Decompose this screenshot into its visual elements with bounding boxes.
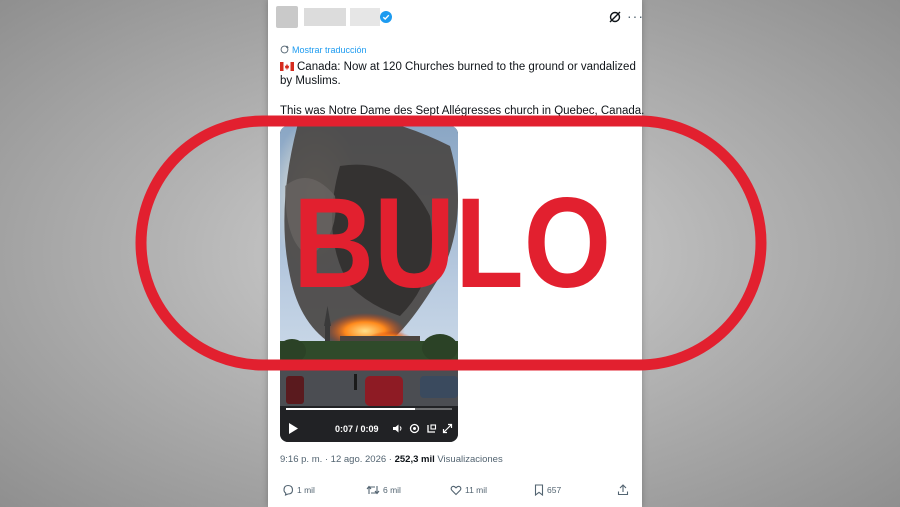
tweet-header: ··· <box>276 6 643 28</box>
bookmark-count: 657 <box>547 485 562 495</box>
tweet-text: Canada: Now at 120 Churches burned to th… <box>280 61 636 87</box>
bookmark-icon <box>534 484 544 497</box>
views-label: Visualizaciones <box>434 454 503 465</box>
tweet-timestamp[interactable]: 9:16 p. m. · 12 ago. 2026 · <box>280 454 395 465</box>
video-time: 0:07 / 0:09 <box>335 424 379 434</box>
volume-icon[interactable] <box>392 423 403 434</box>
repost-count: 6 mil <box>383 485 401 495</box>
translate-label: Mostrar traducción <box>292 45 367 55</box>
like-icon <box>450 485 462 496</box>
repost-icon <box>366 485 380 495</box>
tweet-card: ··· Mostrar traducción Canada: Now at 12… <box>268 0 645 507</box>
settings-icon[interactable] <box>409 423 420 434</box>
avatar[interactable] <box>276 6 298 28</box>
fullscreen-icon[interactable] <box>442 423 453 434</box>
views-count: 252,3 mil <box>394 454 435 465</box>
verified-icon <box>380 11 392 23</box>
tweet-text-line1: Canada: Now at 120 Churches burned to th… <box>280 60 636 88</box>
repost-button[interactable]: 6 mil <box>366 484 401 496</box>
like-button[interactable]: 11 mil <box>450 484 487 496</box>
video-controls: 0:07 / 0:09 <box>280 406 458 442</box>
author-name-blurred[interactable] <box>304 8 346 26</box>
more-icon[interactable]: ··· <box>627 8 644 24</box>
reply-icon <box>283 484 294 496</box>
grok-icon[interactable] <box>608 10 622 24</box>
author-handle-blurred[interactable] <box>350 8 380 26</box>
video-frame <box>280 126 458 442</box>
tweet-text-line2: This was Notre Dame des Sept Allégresses… <box>280 105 645 117</box>
pip-icon[interactable] <box>426 423 437 434</box>
show-translation-link[interactable]: Mostrar traducción <box>280 45 367 55</box>
tweet-meta: 9:16 p. m. · 12 ago. 2026 · 252,3 mil Vi… <box>280 454 503 465</box>
share-icon <box>617 484 629 496</box>
play-icon[interactable] <box>288 423 298 434</box>
share-button[interactable] <box>617 484 632 496</box>
reply-count: 1 mil <box>297 485 315 495</box>
bookmark-button[interactable]: 657 <box>534 484 562 497</box>
like-count: 11 mil <box>465 485 488 495</box>
flag-canada-icon <box>280 62 294 71</box>
video-player[interactable]: 0:07 / 0:09 <box>280 126 458 442</box>
translate-icon <box>280 45 289 54</box>
reply-button[interactable]: 1 mil <box>282 484 315 496</box>
tweet-actions: 1 mil 6 mil 11 mil 657 <box>280 484 630 500</box>
